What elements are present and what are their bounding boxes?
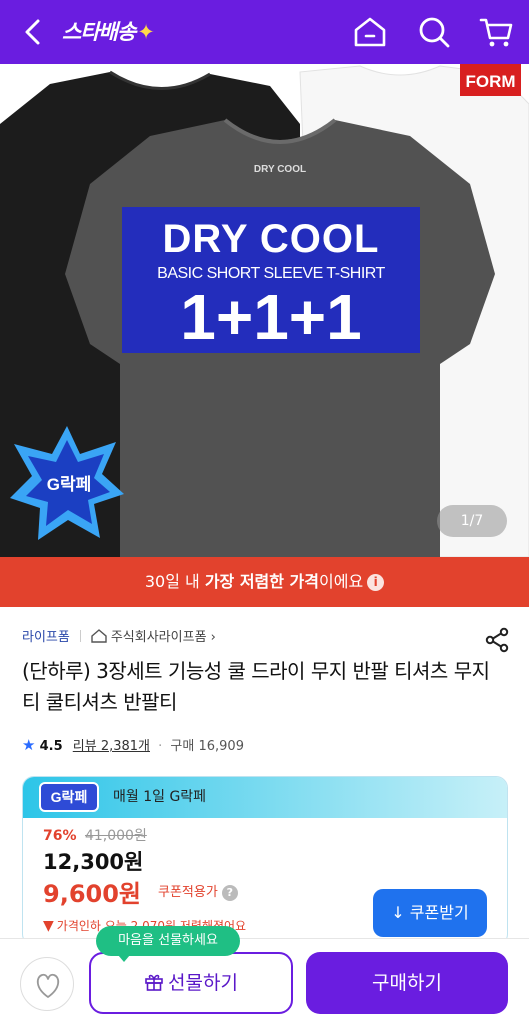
get-coupon-label: 쿠폰받기 xyxy=(409,903,469,922)
separator-dot: · xyxy=(158,739,163,754)
discount-percent: 76% xyxy=(43,828,77,844)
star-icon: ★ xyxy=(22,736,36,754)
help-icon[interactable]: ? xyxy=(221,885,238,901)
gift-icon xyxy=(145,974,163,991)
company-name: 주식회사라이프폼 xyxy=(110,630,207,645)
coupon-price-card: G락페 매월 1일 G락페 76% 41,000원 12,300원 9,600원… xyxy=(22,776,508,946)
promo-banner: DRY COOL BASIC SHORT SLEEVE T-SHIRT 1+1+… xyxy=(122,207,420,353)
notice-emphasis: 가장 저렴한 가격 xyxy=(204,572,319,591)
info-icon[interactable]: i xyxy=(367,574,385,591)
sparkle-icon: ✦ xyxy=(137,20,155,44)
home-icon[interactable] xyxy=(352,14,388,50)
star-delivery-logo[interactable]: 스타배송✦ xyxy=(62,16,155,48)
g-festival-logo: G락페 xyxy=(39,782,99,812)
gift-button-label: 선물하기 xyxy=(168,972,238,994)
brand-tag: FORM xyxy=(460,64,521,96)
card-header: G락페 매월 1일 G락페 xyxy=(23,777,507,818)
card-header-text: 매월 1일 G락페 xyxy=(113,789,207,805)
original-price: 41,000원 xyxy=(84,828,147,844)
purchase-count: 구매 16,909 xyxy=(170,739,244,754)
image-pager: 1/7 xyxy=(437,505,507,537)
notice-suffix: 이에요 xyxy=(319,572,364,591)
house-icon xyxy=(91,629,107,643)
company-link[interactable]: 주식회사라이프폼 › xyxy=(111,630,216,645)
rating-line: ★ 4.5 리뷰 2,381개 · 구매 16,909 xyxy=(22,735,244,755)
reviews-link[interactable]: 리뷰 2,381개 xyxy=(73,739,150,754)
store-link[interactable]: 라이프폼 xyxy=(22,630,70,645)
bottom-action-bar: 선물하기 구매하기 xyxy=(0,938,529,1024)
store-line: 라이프폼 주식회사라이프폼 › xyxy=(22,628,216,648)
notice-prefix: 30일 내 xyxy=(144,572,205,591)
buy-button[interactable]: 구매하기 xyxy=(306,952,508,1014)
gift-tooltip: 마음을 선물하세요 xyxy=(96,926,240,962)
share-icon[interactable] xyxy=(484,627,510,653)
discount-line: 76% 41,000원 xyxy=(43,825,147,847)
search-icon[interactable] xyxy=(416,14,452,50)
coupon-note: 쿠폰적용가? xyxy=(158,883,238,903)
heart-icon xyxy=(36,973,60,998)
back-icon[interactable] xyxy=(18,16,48,48)
chevron-right-icon: › xyxy=(210,630,216,645)
divider xyxy=(79,630,81,642)
top-navigation-bar: 스타배송✦ xyxy=(0,0,529,64)
coupon-price: 9,600원 xyxy=(43,880,141,908)
banner-title: DRY COOL xyxy=(162,217,380,261)
download-icon: ↓ xyxy=(391,903,405,922)
wishlist-button[interactable] xyxy=(20,957,74,1011)
lowest-price-notice[interactable]: 30일 내 가장 저렴한 가격이에요 i xyxy=(0,557,529,607)
coupon-note-label: 쿠폰적용가 xyxy=(158,885,218,900)
rating-score: 4.5 xyxy=(39,739,63,754)
down-arrow-icon: ▼ xyxy=(43,918,54,934)
svg-text:DRY COOL: DRY COOL xyxy=(254,164,306,175)
get-coupon-button[interactable]: ↓ 쿠폰받기 xyxy=(373,889,487,937)
cart-icon[interactable] xyxy=(478,14,514,50)
product-title: (단하루) 3장세트 기능성 쿨 드라이 무지 반팔 티셔츠 무지티 쿨티셔츠 … xyxy=(22,659,490,714)
logo-text: 스타배송 xyxy=(62,20,136,44)
product-image-carousel[interactable]: DRY COOL FORM DRY COOL BASIC SHORT SLEEV… xyxy=(0,64,529,557)
banner-bundle: 1+1+1 xyxy=(180,281,362,353)
sale-price: 12,300원 xyxy=(43,850,144,874)
badge-label: G락페 xyxy=(46,475,92,494)
